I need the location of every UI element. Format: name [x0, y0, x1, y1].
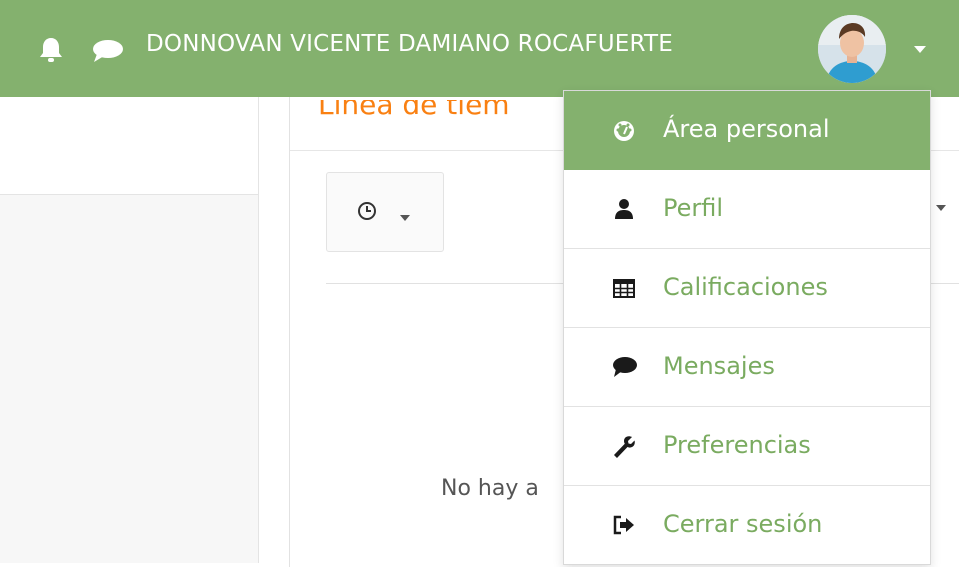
- user-name[interactable]: DONNOVAN VICENTE DAMIANO ROCAFUERTE: [146, 31, 673, 57]
- user-menu-dropdown: Área personal Perfil Calificaciones Mens…: [563, 90, 931, 565]
- sign-out-icon: [612, 513, 636, 537]
- speech-bubble-icon: [612, 355, 637, 379]
- menu-item-label: Perfil: [663, 194, 724, 222]
- menu-item-label: Mensajes: [663, 352, 775, 380]
- menu-item-calificaciones[interactable]: Calificaciones: [564, 249, 930, 328]
- user-icon: [612, 197, 636, 221]
- empty-state-message: No hay a: [441, 476, 539, 501]
- clock-icon: [357, 201, 377, 225]
- left-sidebar-header: [0, 97, 258, 195]
- message-icon[interactable]: [91, 38, 125, 68]
- avatar[interactable]: [818, 15, 886, 83]
- dashboard-gauge-icon: [612, 118, 636, 142]
- menu-item-preferencias[interactable]: Preferencias: [564, 407, 930, 486]
- chevron-down-icon[interactable]: [913, 40, 927, 59]
- menu-item-area-personal[interactable]: Área personal: [564, 91, 930, 170]
- timeline-filter-button[interactable]: [326, 172, 444, 252]
- menu-item-label: Calificaciones: [663, 273, 828, 301]
- menu-item-label: Área personal: [663, 115, 830, 143]
- menu-item-mensajes[interactable]: Mensajes: [564, 328, 930, 407]
- wrench-icon: [612, 434, 636, 458]
- menu-item-label: Preferencias: [663, 431, 811, 459]
- top-navbar: DONNOVAN VICENTE DAMIANO ROCAFUERTE: [0, 0, 959, 97]
- menu-item-label: Cerrar sesión: [663, 510, 823, 538]
- bell-icon[interactable]: [38, 36, 64, 68]
- menu-item-cerrar-sesion[interactable]: Cerrar sesión: [564, 486, 930, 564]
- chevron-down-icon: [399, 207, 411, 226]
- menu-item-perfil[interactable]: Perfil: [564, 170, 930, 249]
- sort-chevron-down-icon[interactable]: [935, 197, 947, 216]
- table-grid-icon: [612, 276, 636, 300]
